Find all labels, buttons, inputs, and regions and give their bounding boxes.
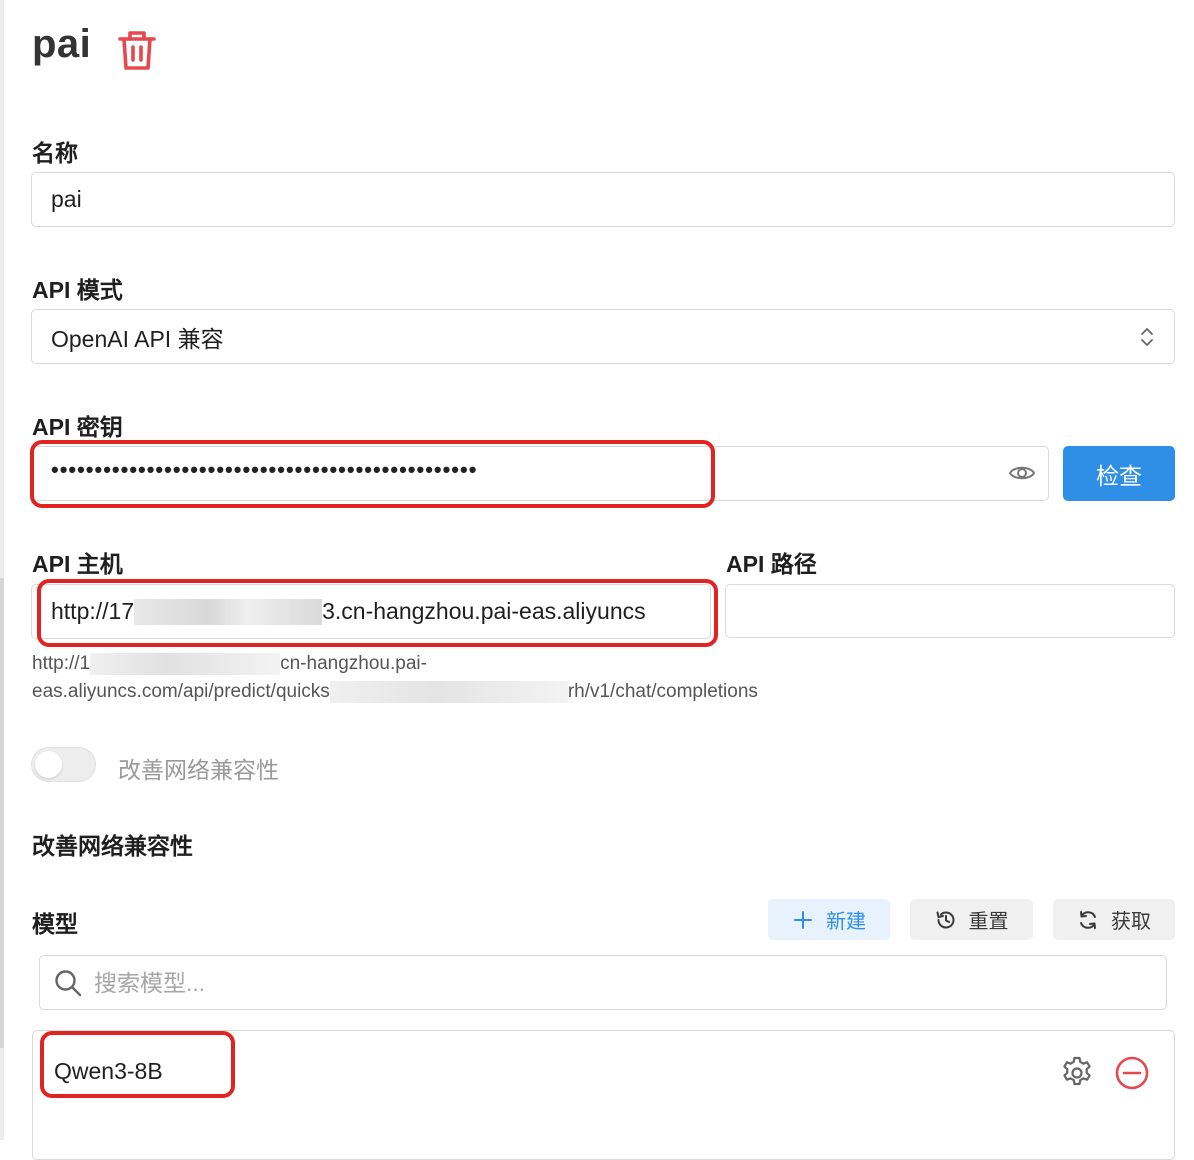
url-hint-line-2: eas.aliyuncs.com/api/predict/quicks rh/v1… bbox=[32, 681, 758, 703]
api-host-prefix: http://17 bbox=[51, 598, 135, 624]
remove-model-icon[interactable] bbox=[1114, 1055, 1150, 1091]
model-item-name: Qwen3-8B bbox=[54, 1058, 163, 1084]
network-compat-heading: 改善网络兼容性 bbox=[32, 833, 193, 859]
api-mode-label: API 模式 bbox=[32, 277, 123, 303]
check-button[interactable]: 检查 bbox=[1063, 446, 1175, 501]
model-search-box[interactable] bbox=[39, 955, 1167, 1010]
gear-icon[interactable] bbox=[1059, 1055, 1095, 1091]
model-search-input[interactable] bbox=[92, 964, 1142, 1002]
trash-icon[interactable] bbox=[116, 28, 158, 72]
api-path-input[interactable] bbox=[725, 584, 1175, 638]
models-label: 模型 bbox=[32, 911, 78, 937]
name-value: pai bbox=[51, 186, 82, 212]
search-icon bbox=[55, 970, 82, 997]
redacted-hint-part-2 bbox=[329, 681, 568, 703]
api-key-masked-value: ••••••••••••••••••••••••••••••••••••••••… bbox=[51, 456, 478, 482]
redacted-host-part bbox=[134, 598, 323, 625]
provider-title: pai bbox=[32, 22, 92, 66]
left-border-highlight bbox=[0, 578, 4, 1048]
name-label: 名称 bbox=[32, 140, 78, 166]
model-list bbox=[32, 1030, 1175, 1160]
api-mode-select[interactable]: OpenAI API 兼容 bbox=[31, 309, 1175, 364]
api-key-label: API 密钥 bbox=[32, 414, 123, 440]
network-compat-toggle[interactable] bbox=[31, 747, 96, 782]
api-path-label: API 路径 bbox=[726, 551, 817, 577]
url-hint-line-1: http://1 cn-hangzhou.pai- bbox=[32, 653, 427, 675]
api-host-label: API 主机 bbox=[32, 551, 123, 577]
plus-icon bbox=[794, 910, 812, 929]
refresh-icon bbox=[1080, 910, 1096, 929]
api-host-input[interactable]: http://17 3.cn-hangzhou.pai-eas.aliyuncs bbox=[31, 584, 711, 639]
name-input[interactable]: pai bbox=[31, 172, 1175, 227]
history-icon bbox=[936, 911, 954, 928]
api-host-suffix: 3.cn-hangzhou.pai-eas.aliyuncs bbox=[322, 598, 646, 624]
reset-models-button[interactable]: 重置 bbox=[910, 899, 1033, 940]
new-model-button[interactable]: 新建 bbox=[768, 899, 890, 940]
toggle-knob bbox=[35, 751, 62, 778]
eye-icon[interactable] bbox=[1008, 461, 1036, 485]
api-key-input[interactable]: ••••••••••••••••••••••••••••••••••••••••… bbox=[31, 446, 1049, 501]
redacted-hint-part-1 bbox=[90, 653, 281, 675]
chevron-up-down-icon bbox=[1141, 328, 1153, 346]
api-mode-value: OpenAI API 兼容 bbox=[51, 325, 224, 352]
fetch-models-button[interactable]: 获取 bbox=[1053, 899, 1175, 940]
network-compat-toggle-label: 改善网络兼容性 bbox=[118, 757, 279, 783]
